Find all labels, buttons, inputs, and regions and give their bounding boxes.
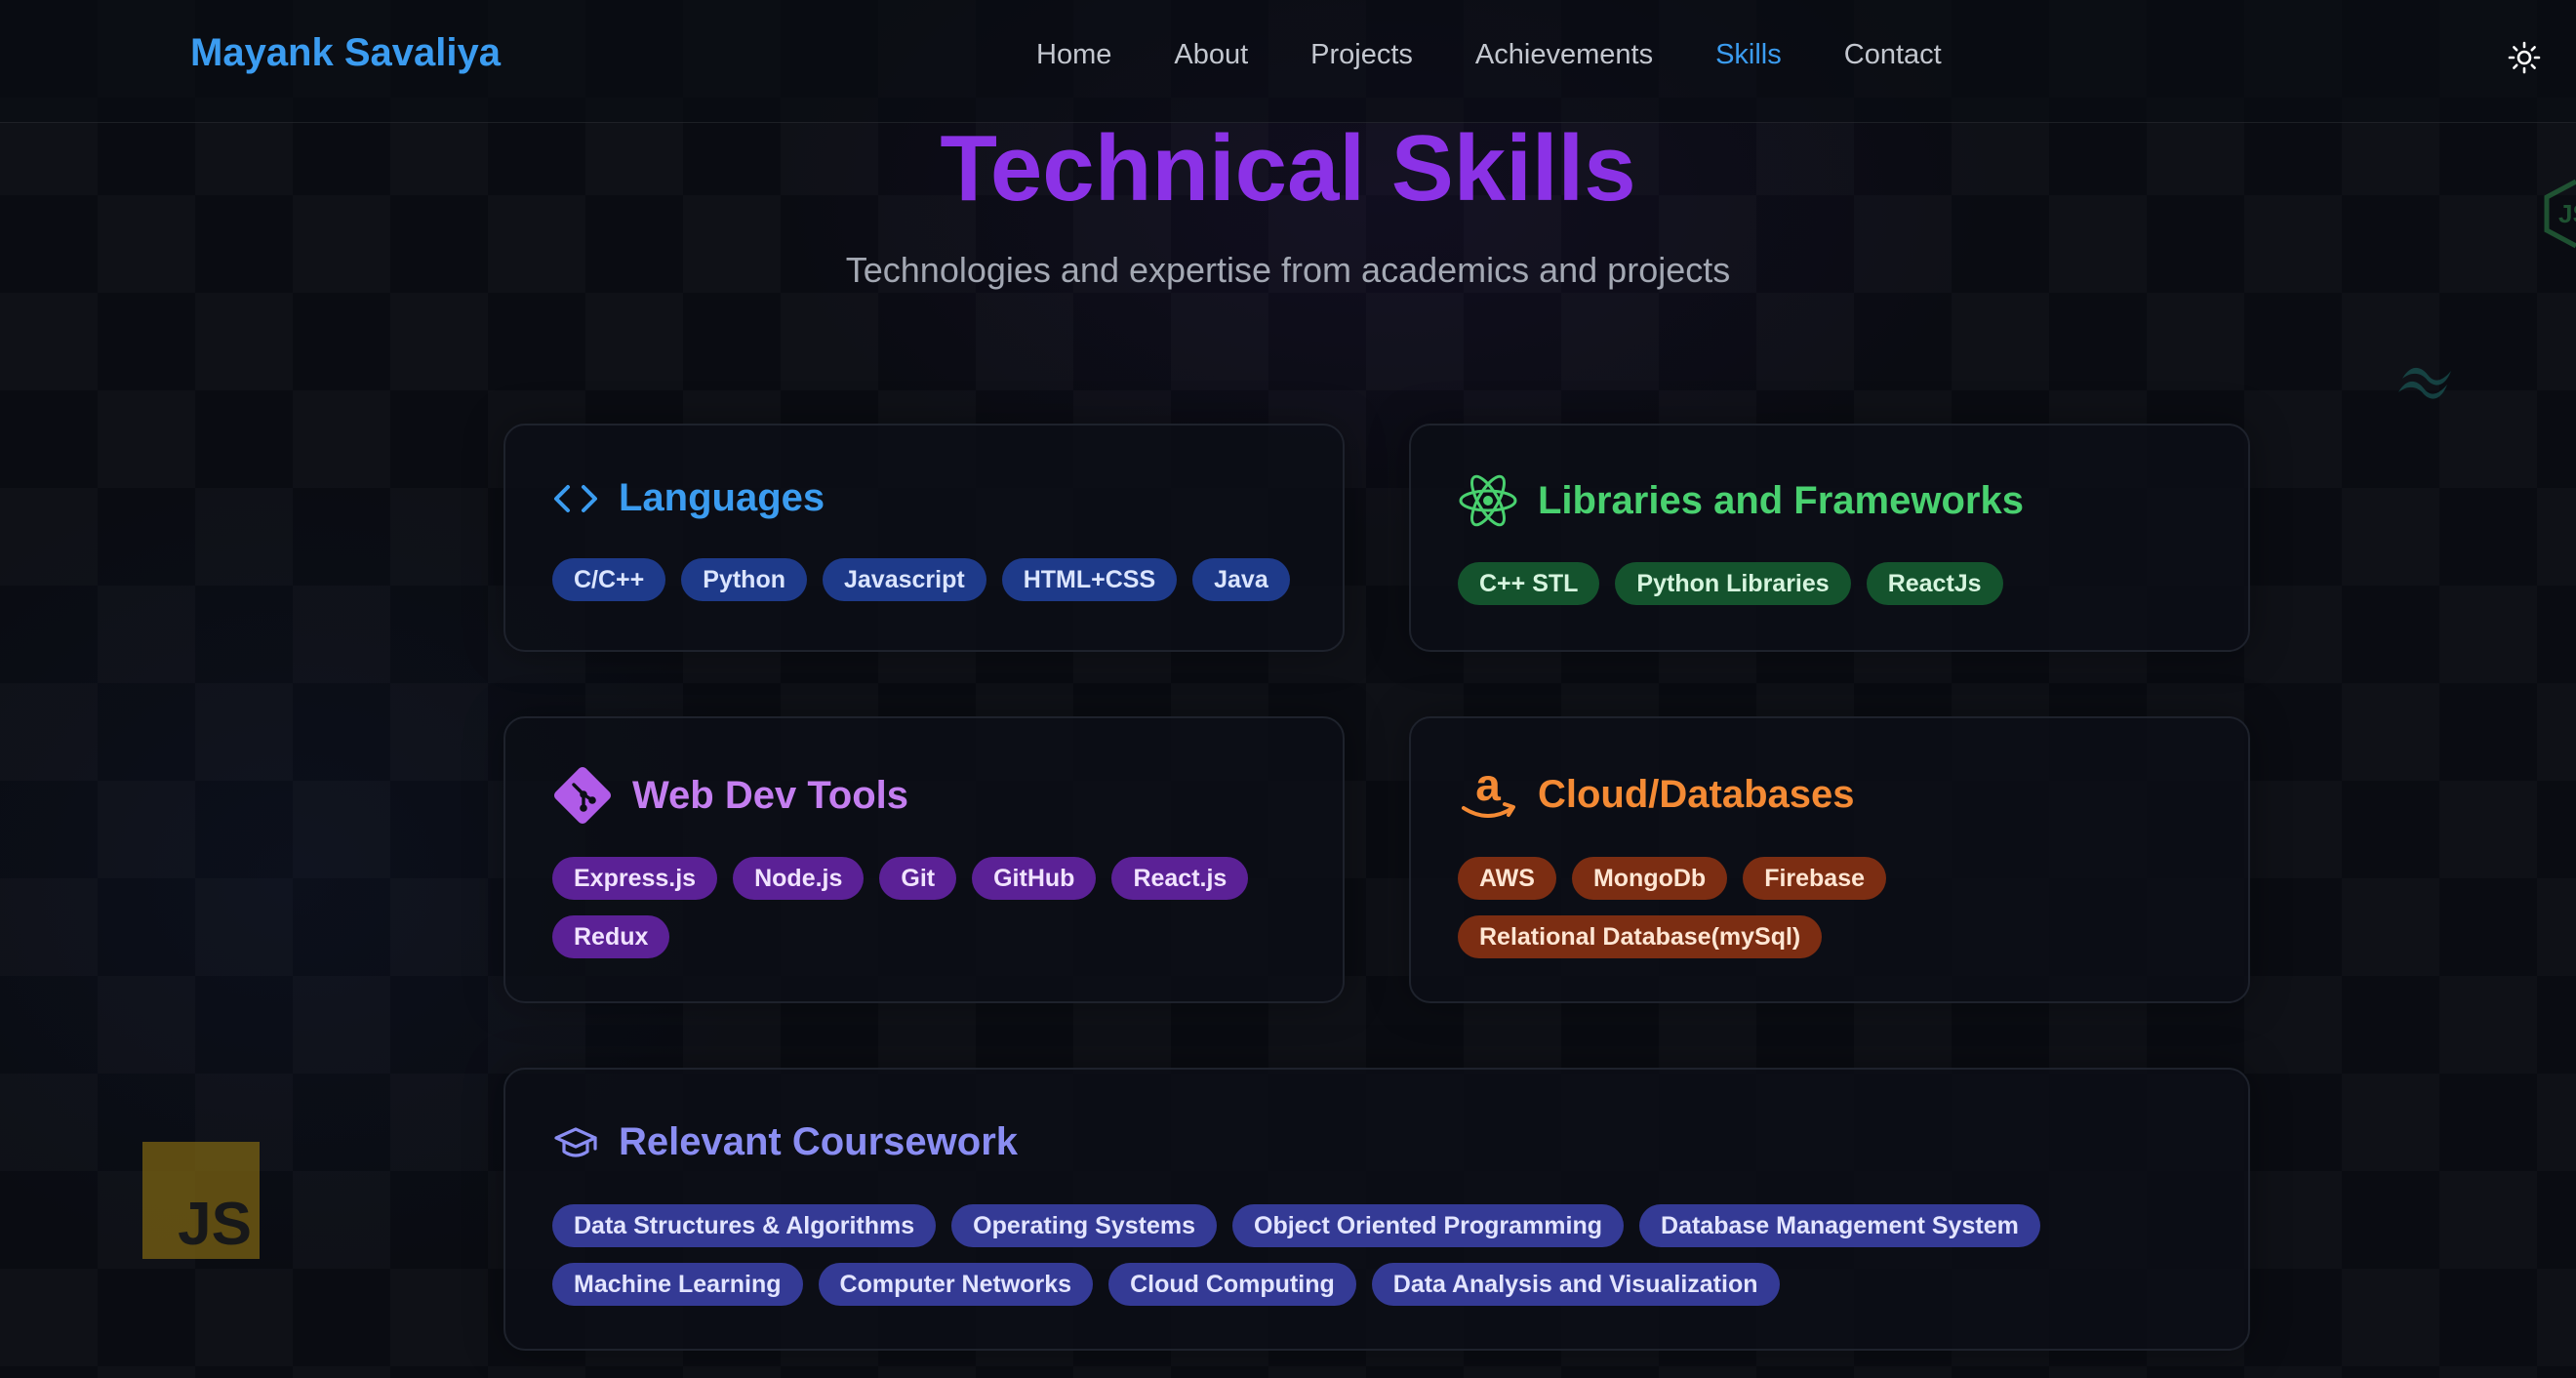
brand-logo[interactable]: Mayank Savaliya: [190, 31, 501, 75]
nav-about[interactable]: About: [1174, 39, 1248, 71]
code-icon: [554, 484, 597, 512]
nav-achievements[interactable]: Achievements: [1475, 39, 1653, 71]
card-header: Languages: [552, 476, 825, 520]
tag-list: C/C++ Python Javascript HTML+CSS Java: [552, 558, 1304, 601]
skill-tag: Git: [879, 857, 957, 900]
tag-list: C++ STL Python Libraries ReactJs: [1458, 562, 2209, 605]
libraries-card: Libraries and Frameworks C++ STL Python …: [1409, 424, 2250, 652]
git-icon: [553, 766, 612, 825]
skill-tag: Express.js: [552, 857, 718, 900]
skill-tag: C/C++: [552, 558, 666, 601]
webdev-tools-card: Web Dev Tools Express.js Node.js Git Git…: [503, 716, 1345, 1003]
skill-tag: Node.js: [733, 857, 865, 900]
skill-tag: GitHub: [972, 857, 1097, 900]
skill-tag: Javascript: [822, 558, 986, 601]
languages-card: Languages C/C++ Python Javascript HTML+C…: [503, 424, 1345, 652]
coursework-card: Relevant Coursework Data Structures & Al…: [503, 1068, 2250, 1351]
skill-tag: Relational Database(mySql): [1458, 915, 1823, 958]
card-header: Libraries and Frameworks: [1458, 472, 2024, 529]
course-tag: Machine Learning: [552, 1263, 803, 1306]
skill-tag: ReactJs: [1866, 562, 2003, 605]
skill-tag: Python Libraries: [1615, 562, 1851, 605]
graduation-cap-icon: [554, 1126, 597, 1157]
skill-tag: Java: [1192, 558, 1290, 601]
card-header: Web Dev Tools: [552, 765, 908, 826]
card-header: Relevant Coursework: [552, 1120, 1018, 1164]
main-nav: Home About Projects Achievements Skills …: [1036, 39, 2004, 71]
nav-contact[interactable]: Contact: [1844, 39, 1942, 71]
tag-list: Express.js Node.js Git GitHub React.js R…: [552, 857, 1304, 958]
course-tag: Data Structures & Algorithms: [552, 1204, 937, 1247]
card-title: Web Dev Tools: [632, 773, 909, 817]
section-title: Technical Skills: [940, 116, 1636, 221]
skill-tag: AWS: [1458, 857, 1556, 900]
navbar: Mayank Savaliya Home About Projects Achi…: [0, 0, 2576, 123]
course-tag: Data Analysis and Visualization: [1371, 1263, 1780, 1306]
tailwind-icon: [2398, 367, 2451, 399]
skill-tag: MongoDb: [1571, 857, 1728, 900]
skill-tag: HTML+CSS: [1001, 558, 1178, 601]
course-tag: Database Management System: [1639, 1204, 2040, 1247]
skill-tag: C++ STL: [1458, 562, 1600, 605]
tag-list: AWS MongoDb Firebase Relational Database…: [1458, 857, 2209, 958]
react-icon: [1459, 474, 1517, 527]
nav-skills[interactable]: Skills: [1715, 39, 1782, 71]
nav-home[interactable]: Home: [1036, 39, 1111, 71]
js-logo-icon: JS: [142, 1142, 260, 1259]
amazon-icon: a: [1462, 765, 1515, 818]
card-header: a Cloud/Databases: [1458, 765, 1855, 824]
skill-tag: Python: [681, 558, 807, 601]
course-tag: Operating Systems: [951, 1204, 1217, 1247]
svg-text:a: a: [1475, 765, 1501, 810]
skill-tag: Firebase: [1743, 857, 1887, 900]
js-logo-label: JS: [178, 1191, 252, 1258]
card-title: Libraries and Frameworks: [1538, 478, 2024, 522]
nav-projects[interactable]: Projects: [1310, 39, 1413, 71]
sun-icon[interactable]: [2508, 41, 2541, 74]
card-title: Languages: [619, 476, 825, 519]
tag-list: Data Structures & Algorithms Operating S…: [552, 1204, 2209, 1306]
course-tag: Cloud Computing: [1108, 1263, 1356, 1306]
card-title: Relevant Coursework: [619, 1120, 1019, 1163]
section-subtitle: Technologies and expertise from academic…: [845, 250, 1731, 290]
course-tag: Computer Networks: [818, 1263, 1094, 1306]
cloud-databases-card: a Cloud/Databases AWS MongoDb Firebase R…: [1409, 716, 2250, 1003]
course-tag: Object Oriented Programming: [1232, 1204, 1625, 1247]
card-title: Cloud/Databases: [1538, 772, 1855, 816]
skill-tag: Redux: [552, 915, 670, 958]
skill-tag: React.js: [1111, 857, 1249, 900]
